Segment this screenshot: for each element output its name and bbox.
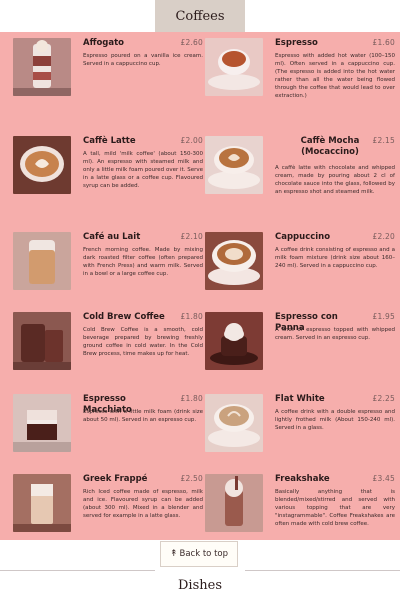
item-price: £2.60 xyxy=(180,38,203,47)
item-name: Affogato xyxy=(83,38,125,48)
back-to-top-button[interactable]: ↟ Back to top xyxy=(160,541,238,567)
item-name: Freakshake xyxy=(275,474,330,484)
freakshake-image xyxy=(205,474,263,532)
caffe-latte-image xyxy=(13,136,71,194)
item-description: A caffè latte with chocolate and whipped… xyxy=(275,165,395,195)
item-description: Basically anything that is blended/mixed… xyxy=(275,489,395,527)
greek-frappe-image xyxy=(13,474,71,532)
item-name: Cold Brew Coffee xyxy=(83,312,165,322)
cafe-au-lait-image xyxy=(13,232,71,290)
menu-item-cafe-au-lait: Café au Lait £2.10 French morning coffee… xyxy=(13,232,203,294)
item-name: Cappuccino xyxy=(275,232,331,242)
espresso-macchiato-image xyxy=(13,394,71,452)
item-price: £3.45 xyxy=(372,474,395,483)
menu-item-espresso-macchiato: Espresso Macchiato £1.80 Espresso with a… xyxy=(13,394,203,456)
menu-item-espresso: Espresso £1.60 Espresso with added hot w… xyxy=(205,38,395,100)
menu-item-cold-brew-coffee: Cold Brew Coffee £1.80 Cold Brew Coffee … xyxy=(13,312,203,374)
item-price: £2.20 xyxy=(372,232,395,241)
caffe-mocha-image xyxy=(205,136,263,194)
item-price: £1.80 xyxy=(180,312,203,321)
item-price: £2.15 xyxy=(372,136,395,145)
tab-dishes[interactable]: Dishes xyxy=(155,570,245,600)
item-description: Espresso with a little milk foam (drink … xyxy=(83,409,203,423)
espresso-con-panna-image xyxy=(205,312,263,370)
menu-item-greek-frappe: Greek Frappé £2.50 Rich Iced coffee made… xyxy=(13,474,203,536)
menu-item-caffe-mocha: Caffè Mocha (Mocaccino) £2.15 A caffè la… xyxy=(205,136,395,198)
menu-item-caffe-latte: Caffè Latte £2.00 A tall, mild 'milk cof… xyxy=(13,136,203,198)
espresso-image xyxy=(205,38,263,96)
item-name: Greek Frappé xyxy=(83,474,148,484)
item-description: Espresso poured on a vanilla ice cream. … xyxy=(83,53,203,67)
menu-item-espresso-con-panna: Espresso con Panna £1.95 A shot of espre… xyxy=(205,312,395,374)
menu-item-affogato: Affogato £2.60 Espresso poured on a vani… xyxy=(13,38,203,100)
item-name: Café au Lait xyxy=(83,232,141,242)
item-description: Cold Brew Coffee is a smooth, cold bever… xyxy=(83,327,203,357)
item-description: A coffee drink consisting of espresso an… xyxy=(275,247,395,269)
double-chevron-up-icon: ↟ xyxy=(169,549,178,559)
affogato-image xyxy=(13,38,71,96)
menu-page: Coffees Affogato £2.60 Espresso poured o… xyxy=(0,0,400,600)
item-description: A shot of espresso topped with whipped c… xyxy=(275,327,395,341)
item-price: £1.80 xyxy=(180,394,203,403)
menu-item-flat-white: Flat White £2.25 A coffee drink with a d… xyxy=(205,394,395,456)
flat-white-image xyxy=(205,394,263,452)
cold-brew-coffee-image xyxy=(13,312,71,370)
item-description: Espresso with added hot water (100–150 m… xyxy=(275,53,395,99)
item-price: £2.00 xyxy=(180,136,203,145)
item-price: £2.50 xyxy=(180,474,203,483)
item-price: £2.25 xyxy=(372,394,395,403)
coffee-menu-section: Affogato £2.60 Espresso poured on a vani… xyxy=(0,32,400,540)
item-price: £1.60 xyxy=(372,38,395,47)
item-name: Espresso xyxy=(275,38,318,48)
item-price: £2.10 xyxy=(180,232,203,241)
item-name: Flat White xyxy=(275,394,325,404)
tab-coffees[interactable]: Coffees xyxy=(155,0,245,33)
item-description: Rich Iced coffee made of espresso, milk … xyxy=(83,489,203,519)
cappuccino-image xyxy=(205,232,263,290)
menu-item-cappuccino: Cappuccino £2.20 A coffee drink consisti… xyxy=(205,232,395,294)
menu-item-freakshake: Freakshake £3.45 Basically anything that… xyxy=(205,474,395,536)
item-price: £1.95 xyxy=(372,312,395,321)
item-description: A tall, mild 'milk coffee' (about 150-30… xyxy=(83,151,203,189)
item-description: A coffee drink with a double espresso an… xyxy=(275,409,395,431)
item-description: French morning coffee. Made by mixing da… xyxy=(83,247,203,277)
item-name: Caffè Latte xyxy=(83,136,136,146)
item-name: Caffè Mocha (Mocaccino) xyxy=(300,136,360,157)
back-to-top-label: Back to top xyxy=(179,549,229,559)
